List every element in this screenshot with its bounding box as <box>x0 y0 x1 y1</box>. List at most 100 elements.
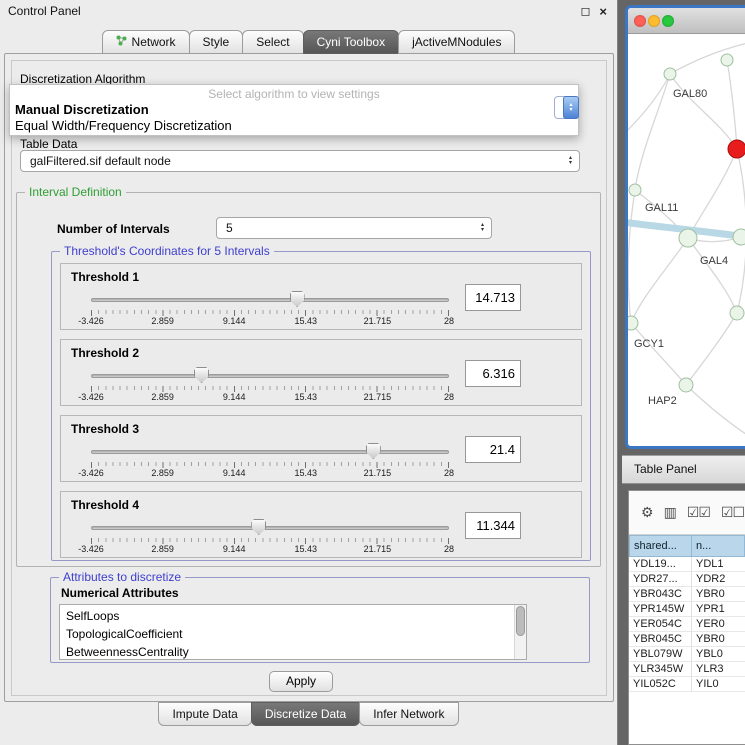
network-edge[interactable] <box>631 238 688 323</box>
network-edge[interactable] <box>670 42 745 74</box>
threshold-value-field[interactable]: 14.713 <box>465 284 521 311</box>
tab-discretize-data[interactable]: Discretize Data <box>251 702 360 726</box>
table-cell[interactable]: YIL052C <box>629 677 692 691</box>
table-row[interactable]: YER054CYER0 <box>629 617 745 632</box>
threshold-slider[interactable] <box>91 290 449 308</box>
slider-track[interactable] <box>91 450 449 454</box>
table-row[interactable]: YIL052CYIL0 <box>629 677 745 692</box>
float-panel-icon[interactable]: ◻ <box>580 4 590 18</box>
threshold-slider[interactable] <box>91 366 449 384</box>
network-graph[interactable]: GAL80GAL11GAL4GCY1HAP2 <box>628 34 745 446</box>
network-node[interactable] <box>628 316 638 330</box>
table-row[interactable]: YBR043CYBR0 <box>629 587 745 602</box>
threshold-value-field[interactable]: 6.316 <box>465 360 521 387</box>
algorithm-combo-button[interactable]: ▴▾ <box>554 96 579 119</box>
tab-select[interactable]: Select <box>242 30 303 54</box>
close-window-icon[interactable] <box>634 15 646 27</box>
table-cell[interactable]: YER054C <box>629 617 692 631</box>
tab-style[interactable]: Style <box>189 30 244 54</box>
table-cell[interactable]: YBR045C <box>629 632 692 646</box>
table-cell[interactable]: YDL19... <box>629 557 692 571</box>
threshold-slider[interactable] <box>91 442 449 460</box>
table-cell[interactable]: YBR043C <box>629 587 692 601</box>
table-body: YDL19...YDL1YDR27...YDR2YBR043CYBR0YPR14… <box>629 557 745 692</box>
network-edge[interactable] <box>628 190 635 323</box>
close-panel-icon[interactable]: × <box>599 4 607 19</box>
slider-thumb[interactable] <box>251 519 266 535</box>
column-header[interactable]: n... <box>692 535 745 557</box>
table-cell[interactable]: YPR1 <box>692 602 745 616</box>
table-row[interactable]: YPR145WYPR1 <box>629 602 745 617</box>
number-of-intervals-label: Number of Intervals <box>57 222 170 236</box>
slider-thumb[interactable] <box>290 291 305 307</box>
algorithm-option-manual-discretization[interactable]: Manual Discretization <box>13 102 544 118</box>
slider-track[interactable] <box>91 526 449 530</box>
network-node[interactable] <box>730 306 744 320</box>
network-edge[interactable] <box>727 60 737 149</box>
table-cell[interactable]: YBR0 <box>692 632 745 646</box>
tab-network[interactable]: Network <box>102 30 190 54</box>
threshold-value-field[interactable]: 21.4 <box>465 436 521 463</box>
scrollbar-thumb[interactable] <box>516 606 525 636</box>
network-node[interactable] <box>679 378 693 392</box>
minimize-window-icon[interactable] <box>648 15 660 27</box>
table-data-combo[interactable]: galFiltered.sif default node ▴▾ <box>20 150 580 172</box>
network-node[interactable] <box>721 54 733 66</box>
selected-node[interactable] <box>728 140 745 158</box>
table-cell[interactable]: YPR145W <box>629 602 692 616</box>
number-of-intervals-combo[interactable]: 5 ▴▾ <box>216 217 492 239</box>
apply-button[interactable]: Apply <box>269 671 333 692</box>
table-cell[interactable]: YIL0 <box>692 677 745 691</box>
table-cell[interactable]: YBL079W <box>629 647 692 661</box>
network-edge[interactable] <box>631 323 686 385</box>
table-row[interactable]: YBL079WYBL0 <box>629 647 745 662</box>
algorithm-option-equal-width-frequency-discretization[interactable]: Equal Width/Frequency Discretization <box>13 118 544 134</box>
table-row[interactable]: YDL19...YDL1 <box>629 557 745 572</box>
attribute-list-item[interactable]: SelfLoops <box>60 607 526 625</box>
table-cell[interactable]: YER0 <box>692 617 745 631</box>
tab-cyni-toolbox[interactable]: Cyni Toolbox <box>303 30 399 54</box>
slider-thumb[interactable] <box>366 443 381 459</box>
threshold-slider[interactable] <box>91 518 449 536</box>
select-all-columns-icon[interactable]: ☑☑ <box>687 504 710 521</box>
network-canvas[interactable]: GAL80GAL11GAL4GCY1HAP2 <box>628 34 745 446</box>
settings-gear-icon[interactable]: ⚙ <box>641 504 653 521</box>
attribute-list-item[interactable]: TopologicalCoefficient <box>60 625 526 643</box>
table-row[interactable]: YLR345WYLR3 <box>629 662 745 677</box>
network-node[interactable] <box>629 184 641 196</box>
table-cell[interactable]: YDR27... <box>629 572 692 586</box>
table-cell[interactable]: YLR345W <box>629 662 692 676</box>
tab-infer-network[interactable]: Infer Network <box>359 702 458 726</box>
network-edge[interactable] <box>670 74 737 149</box>
table-row[interactable]: YBR045CYBR0 <box>629 632 745 647</box>
tab-impute-data[interactable]: Impute Data <box>158 702 251 726</box>
network-node[interactable] <box>679 229 697 247</box>
network-edge[interactable] <box>688 238 737 313</box>
tab-jactivemnodules[interactable]: jActiveMNodules <box>398 30 515 54</box>
table-cell[interactable]: YDL1 <box>692 557 745 571</box>
zoom-window-icon[interactable] <box>662 15 674 27</box>
attributes-scrollbar[interactable] <box>514 605 526 659</box>
network-edge[interactable] <box>688 149 737 238</box>
slider-track[interactable] <box>91 298 449 302</box>
show-columns-icon[interactable]: ▥ <box>664 504 676 521</box>
threshold-value-field[interactable]: 11.344 <box>465 512 521 539</box>
network-node[interactable] <box>733 229 745 245</box>
attribute-list-item[interactable]: BetweennessCentrality <box>60 643 526 660</box>
slider-track[interactable] <box>91 374 449 378</box>
column-header[interactable]: shared... <box>629 535 692 557</box>
network-node[interactable] <box>664 68 676 80</box>
table-cell[interactable]: YBL0 <box>692 647 745 661</box>
slider-scale: -3.4262.8599.14415.4321.71528 <box>91 316 449 327</box>
network-edge[interactable] <box>635 74 670 190</box>
table-row[interactable]: YDR27...YDR2 <box>629 572 745 587</box>
network-edge[interactable] <box>628 74 670 134</box>
network-edge[interactable] <box>686 313 737 385</box>
network-edge[interactable] <box>686 385 745 438</box>
table-cell[interactable]: YDR2 <box>692 572 745 586</box>
select-none-columns-icon[interactable]: ☑☐ <box>721 504 744 521</box>
table-cell[interactable]: YBR0 <box>692 587 745 601</box>
scale-label: 21.715 <box>364 316 392 326</box>
slider-thumb[interactable] <box>194 367 209 383</box>
table-cell[interactable]: YLR3 <box>692 662 745 676</box>
